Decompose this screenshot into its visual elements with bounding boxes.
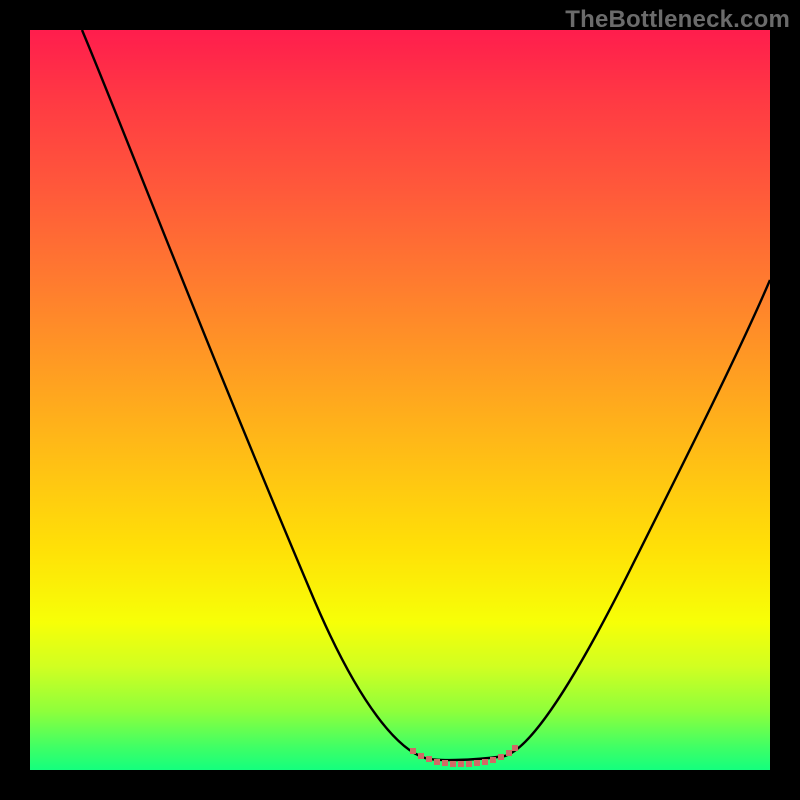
valley-marker — [410, 745, 518, 767]
chart-frame: TheBottleneck.com — [0, 0, 800, 800]
curve-svg — [30, 30, 770, 770]
bottleneck-curve — [82, 30, 770, 760]
plot-area — [30, 30, 770, 770]
